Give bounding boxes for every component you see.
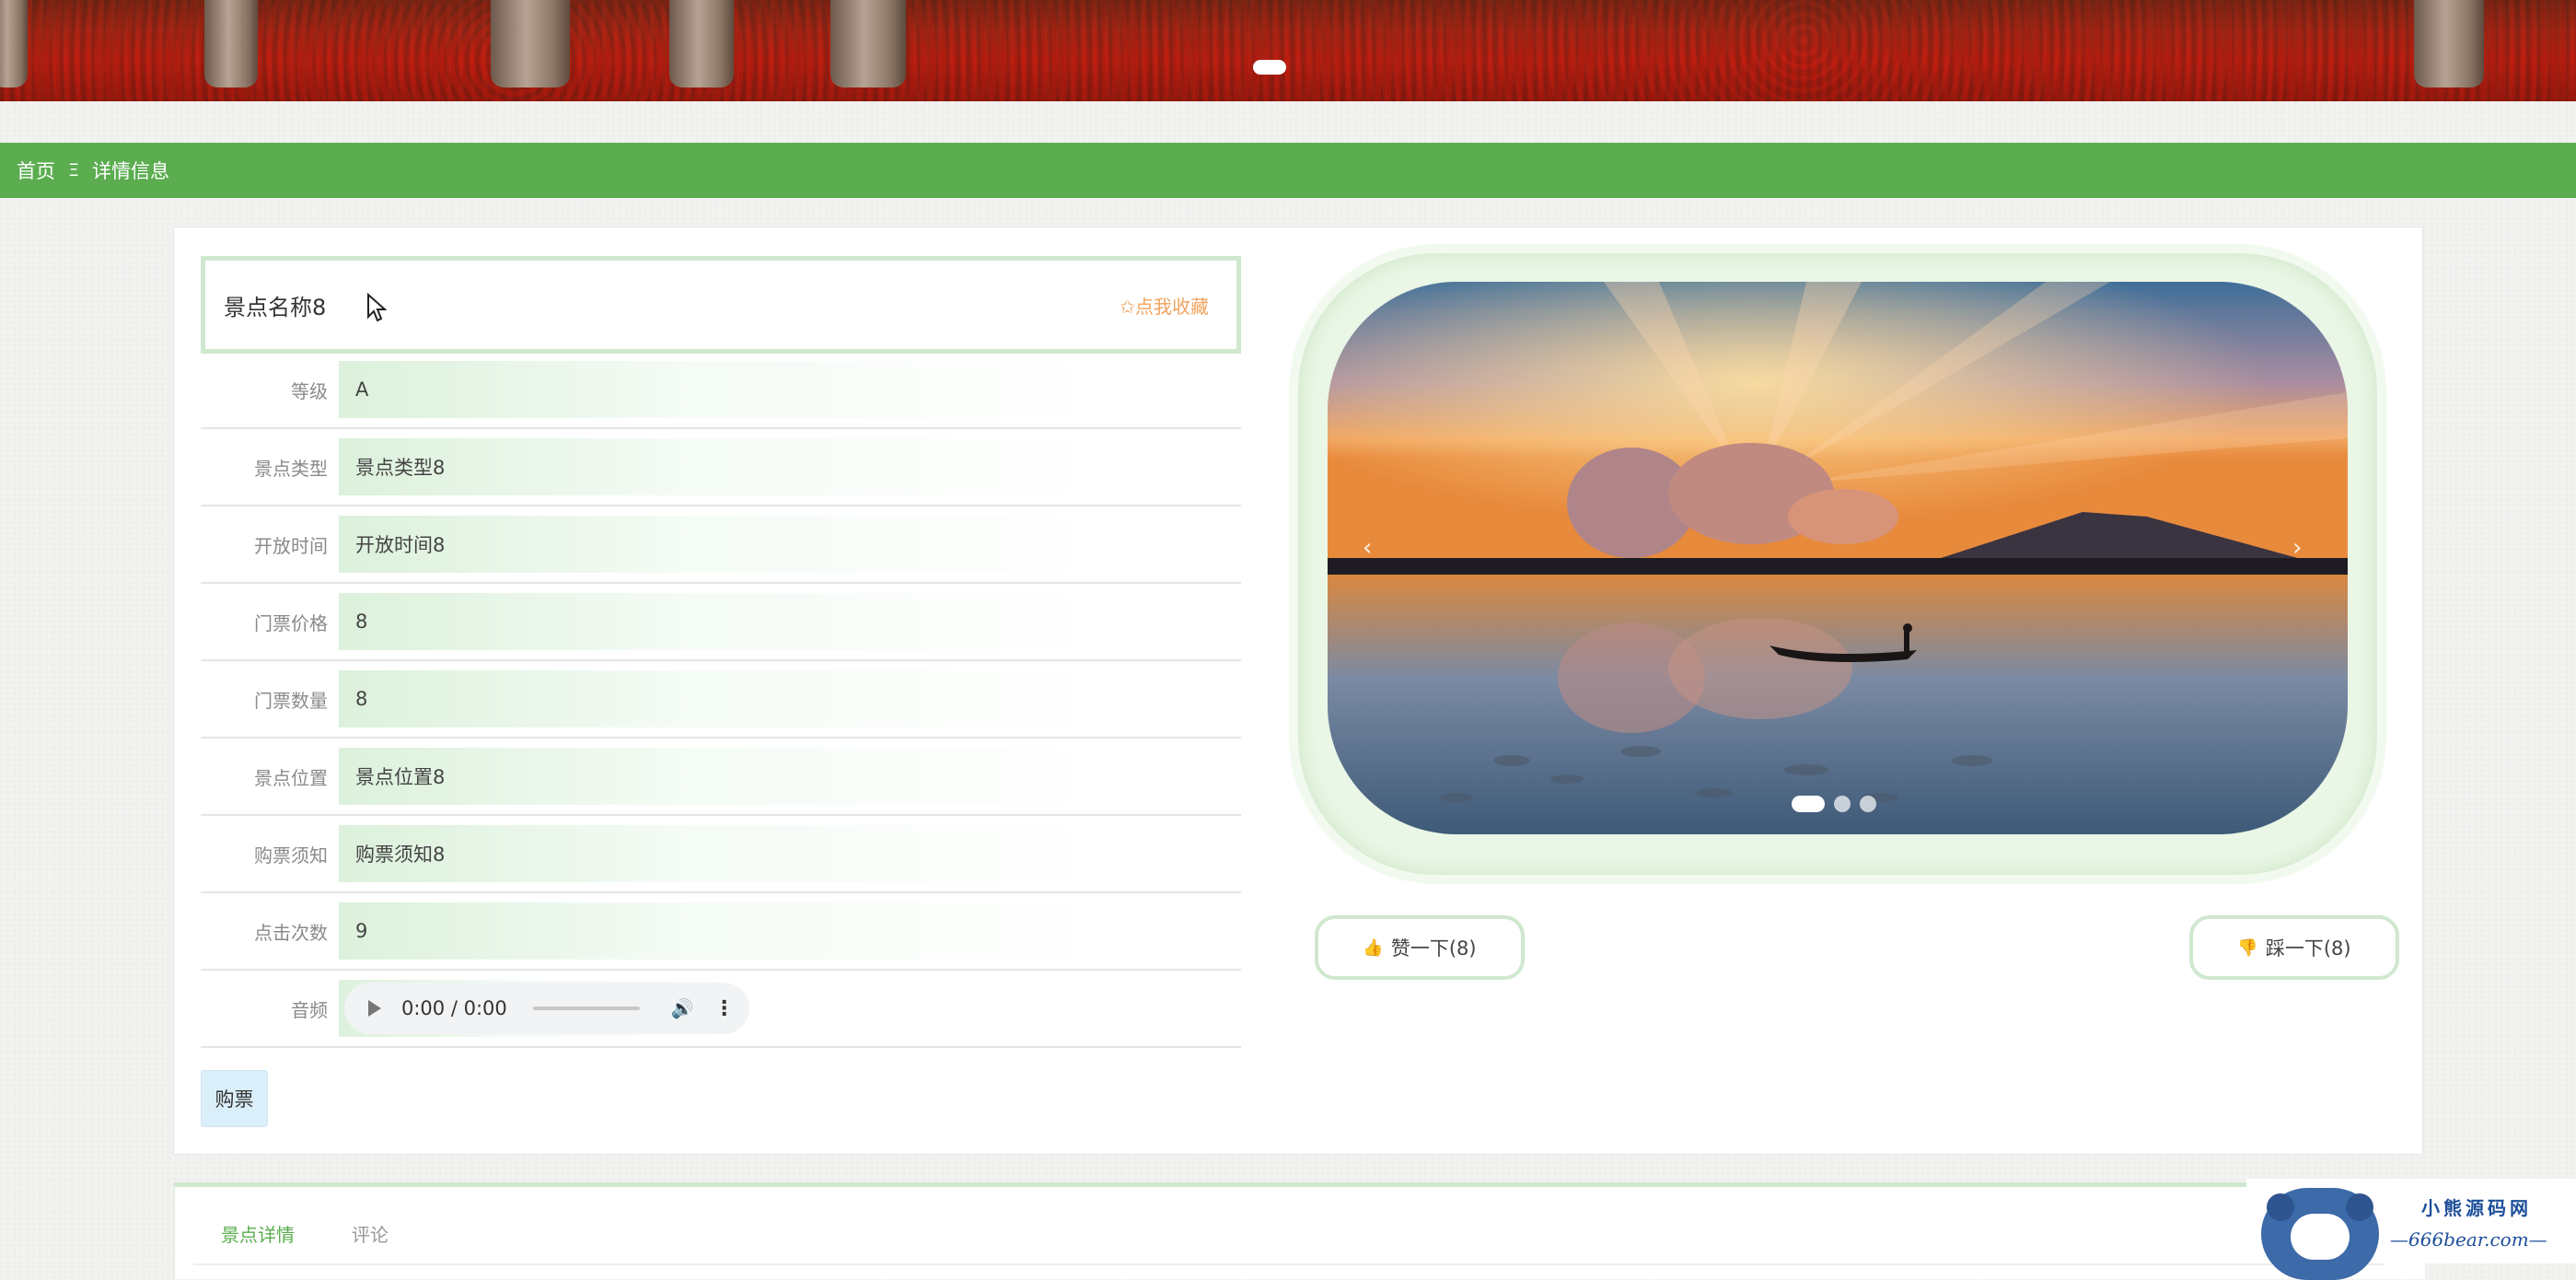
info-label: 景点位置	[254, 766, 328, 789]
info-row-open-time: 开放时间 开放时间8	[201, 506, 1241, 584]
info-value: A	[355, 378, 369, 401]
tab-scenic-detail[interactable]: 景点详情	[221, 1220, 295, 1247]
info-row-location: 景点位置 景点位置8	[201, 739, 1241, 816]
info-row-type: 景点类型 景点类型8	[201, 429, 1241, 506]
info-value: 开放时间8	[355, 534, 446, 556]
tab-comments[interactable]: 评论	[352, 1220, 389, 1247]
mouse-cursor-icon	[367, 293, 387, 322]
banner-indicator[interactable]	[1253, 60, 1286, 75]
favorite-button[interactable]: ✩点我收藏	[1120, 292, 1209, 319]
info-list: 等级 A 景点类型 景点类型8 开放时间 开放时间8 门票价格 8 门票数量 8…	[201, 352, 1241, 1048]
info-label: 音频	[291, 998, 328, 1021]
info-row-price: 门票价格 8	[201, 584, 1241, 661]
carousel-dot[interactable]	[1860, 796, 1876, 812]
audio-progress-slider[interactable]	[532, 1007, 640, 1010]
info-label: 购票须知	[254, 844, 328, 867]
banner-leaves	[0, 0, 2576, 101]
carousel-prev-button[interactable]: ‹	[1363, 534, 1372, 562]
info-row-audio: 音频 0:00 / 0:00 🔊 ⋮	[201, 971, 1241, 1048]
like-button[interactable]: 👍 赞一下(8)	[1315, 915, 1525, 980]
info-label: 开放时间	[254, 534, 328, 557]
bear-logo-icon	[2261, 1188, 2379, 1280]
audio-time: 0:00 / 0:00	[401, 997, 507, 1019]
watermark-url: —666bear.com—	[2390, 1228, 2547, 1251]
like-label: 赞一下(8)	[1390, 937, 1477, 960]
info-value: 景点位置8	[355, 766, 446, 788]
dislike-label: 踩一下(8)	[2265, 937, 2351, 960]
info-value: 景点类型8	[355, 457, 446, 479]
more-vertical-icon[interactable]: ⋮	[714, 997, 735, 1020]
volume-icon[interactable]: 🔊	[671, 997, 694, 1019]
info-label: 点击次数	[254, 921, 328, 944]
tabs-panel: 景点详情 评论	[173, 1182, 2425, 1279]
info-label: 门票数量	[254, 689, 328, 712]
banner-trunk	[0, 0, 28, 87]
thumbs-down-icon: 👎	[2237, 937, 2258, 958]
banner-trunk	[491, 0, 570, 87]
watermark-logo: 小熊源码网 —666bear.com—	[2246, 1179, 2576, 1280]
carousel-image	[1328, 282, 2348, 834]
page-title: 景点名称8	[224, 294, 327, 320]
audio-player[interactable]: 0:00 / 0:00 🔊 ⋮	[344, 983, 749, 1034]
title-box: 景点名称8 ✩点我收藏	[201, 256, 1241, 354]
breadcrumb: 首页 Ξ 详情信息	[0, 143, 2576, 198]
thumbs-up-icon: 👍	[1363, 937, 1384, 958]
buy-ticket-button[interactable]: 购票	[201, 1070, 268, 1127]
carousel-indicators	[1792, 796, 1876, 812]
info-row-level: 等级 A	[201, 352, 1241, 429]
info-row-notice: 购票须知 购票须知8	[201, 816, 1241, 893]
info-label: 等级	[291, 379, 328, 402]
info-row-clicks: 点击次数 9	[201, 893, 1241, 971]
banner-trunk	[830, 0, 906, 87]
carousel-dot[interactable]	[1834, 796, 1851, 812]
top-banner	[0, 0, 2576, 101]
info-row-quantity: 门票数量 8	[201, 661, 1241, 739]
info-value: 9	[355, 920, 368, 942]
tabs-divider	[193, 1263, 2385, 1265]
breadcrumb-separator: Ξ	[68, 160, 80, 180]
info-label: 景点类型	[254, 457, 328, 480]
info-value: 购票须知8	[355, 844, 446, 866]
info-value: 8	[355, 611, 368, 633]
banner-trunk	[669, 0, 734, 87]
info-label: 门票价格	[254, 611, 328, 634]
watermark-title: 小熊源码网	[2421, 1197, 2532, 1219]
carousel-next-button[interactable]: ›	[2292, 534, 2302, 562]
banner-trunk	[2414, 0, 2484, 87]
breadcrumb-home[interactable]: 首页	[17, 157, 55, 184]
info-value: 8	[355, 688, 368, 710]
banner-trunk	[204, 0, 258, 87]
dislike-button[interactable]: 👎 踩一下(8)	[2189, 915, 2399, 980]
carousel-dot[interactable]	[1792, 796, 1825, 812]
play-icon[interactable]	[368, 1000, 381, 1017]
breadcrumb-current: 详情信息	[92, 160, 170, 182]
